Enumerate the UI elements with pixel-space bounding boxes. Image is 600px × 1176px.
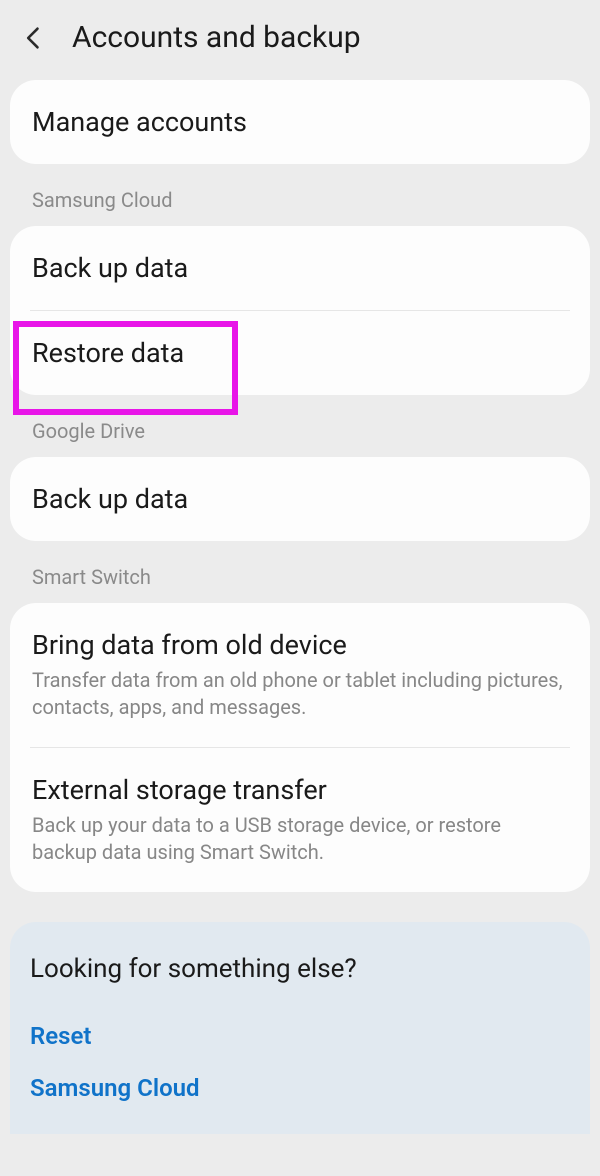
header-bar: Accounts and backup: [10, 0, 590, 80]
bring-data-subtitle: Transfer data from an old phone or table…: [32, 667, 568, 721]
google-drive-card: Back up data: [10, 457, 590, 541]
bring-data-item[interactable]: Bring data from old device Transfer data…: [10, 603, 590, 747]
backup-data-samsung-label: Back up data: [32, 252, 568, 284]
restore-data-label: Restore data: [32, 337, 568, 369]
restore-data-item[interactable]: Restore data: [10, 311, 590, 395]
section-header-samsung-cloud: Samsung Cloud: [10, 164, 590, 226]
backup-data-google-item[interactable]: Back up data: [10, 457, 590, 541]
external-storage-item[interactable]: External storage transfer Back up your d…: [10, 748, 590, 892]
backup-data-google-label: Back up data: [32, 483, 568, 515]
samsung-cloud-card: Back up data Restore data: [10, 226, 590, 395]
footer-title: Looking for something else?: [30, 954, 570, 984]
section-header-google-drive: Google Drive: [10, 395, 590, 457]
footer-card: Looking for something else? Reset Samsun…: [10, 922, 590, 1134]
manage-accounts-item[interactable]: Manage accounts: [10, 80, 590, 164]
page-title: Accounts and backup: [72, 20, 361, 55]
back-icon[interactable]: [20, 24, 48, 52]
external-storage-subtitle: Back up your data to a USB storage devic…: [32, 812, 568, 866]
manage-accounts-label: Manage accounts: [32, 106, 568, 138]
section-header-smart-switch: Smart Switch: [10, 541, 590, 603]
footer-link-samsung-cloud[interactable]: Samsung Cloud: [30, 1062, 570, 1114]
backup-data-samsung-item[interactable]: Back up data: [10, 226, 590, 310]
bring-data-label: Bring data from old device: [32, 629, 568, 661]
manage-accounts-card: Manage accounts: [10, 80, 590, 164]
external-storage-label: External storage transfer: [32, 774, 568, 806]
smart-switch-card: Bring data from old device Transfer data…: [10, 603, 590, 892]
footer-link-reset[interactable]: Reset: [30, 1010, 570, 1062]
